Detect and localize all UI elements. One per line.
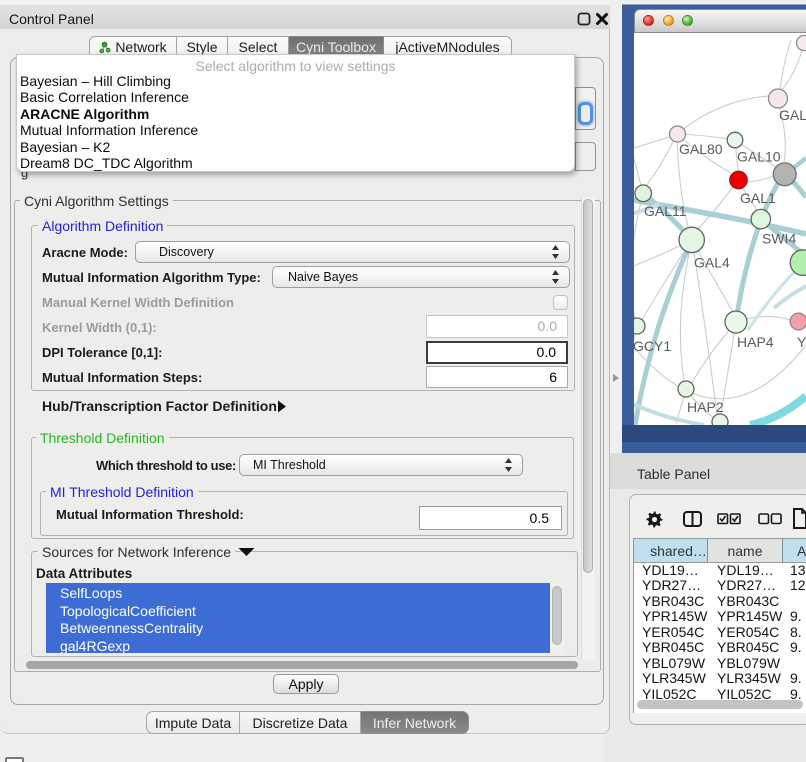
svg-text:SWI4: SWI4 [762,231,796,247]
svg-text:HAP2: HAP2 [687,399,724,415]
svg-text:GAL4: GAL4 [694,255,730,271]
svg-text:GAL11: GAL11 [644,203,687,219]
svg-text:GAL10: GAL10 [737,149,781,165]
svg-text:GAL80: GAL80 [679,141,723,157]
svg-text:GAL7: GAL7 [779,107,806,123]
svg-text:GAL1: GAL1 [740,190,776,206]
svg-text:GCY1: GCY1 [634,338,671,354]
svg-text:HAP4: HAP4 [737,334,774,350]
svg-text:Y: Y [797,334,806,350]
